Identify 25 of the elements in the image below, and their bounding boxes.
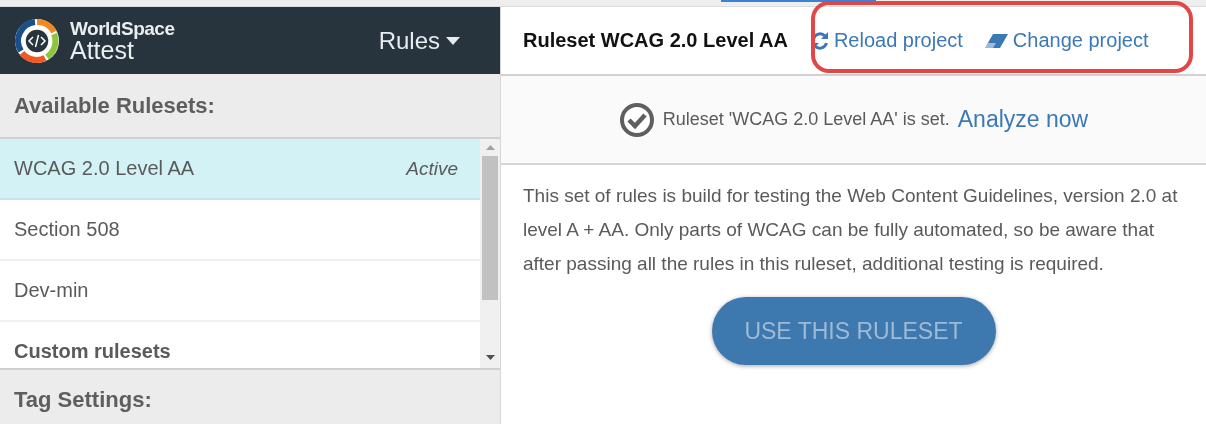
scroll-down-icon [485,355,495,360]
ruleset-label: Dev-min [14,279,89,302]
active-label: Active [406,157,458,180]
scroll-up-icon [485,145,495,150]
ruleset-label: Section 508 [14,218,120,241]
scrollbar[interactable] [480,139,500,368]
section-title: Available Rulesets: [14,92,215,119]
logo-text: WorldSpace [70,18,175,38]
logo-text: Attest [70,37,134,63]
ruleset-label: WCAG 2.0 Level AA [14,157,195,180]
ruleset-title: Ruleset WCAG 2.0 Level AA [523,29,788,52]
scroll-thumb[interactable] [482,156,498,300]
status-message: Ruleset 'WCAG 2.0 Level AA' is set. [662,109,950,130]
eraser-icon [984,32,1009,49]
ruleset-description: This set of rules is build for testing the Web Content Guidelines, version 2.0 at level A + AA. Only parts of WCAG can be fully automated, so be aware that after passing all the rules in this ruleset, additional testing is required. [523,184,1179,276]
logo-icon [14,17,60,64]
rules-menu[interactable]: Rules [378,26,460,55]
ruleset-label: Custom rulesets [14,340,171,363]
analyze-link[interactable]: Analyze now [957,106,1089,133]
caret-icon [446,36,460,45]
check-circle-icon [618,101,655,138]
ruleset-item[interactable]: WCAG 2.0 Level AA Active [0,139,480,200]
project-link[interactable]: Change project [984,29,1149,52]
section-title: Tag Settings: [14,387,152,413]
project-link[interactable]: Reload project [809,29,963,52]
